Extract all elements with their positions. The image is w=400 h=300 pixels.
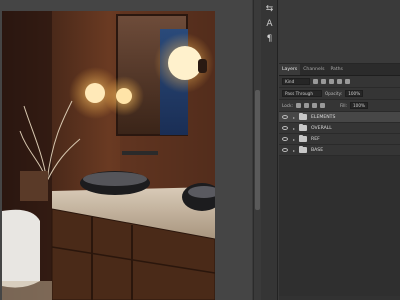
layer-row[interactable]: ▸ REF: [279, 134, 400, 145]
visibility-eye-icon[interactable]: [282, 137, 288, 141]
folder-icon: [299, 113, 307, 120]
lock-fill-row: Lock: Fill: 100%: [279, 100, 400, 112]
layer-filter-row: Kind: [279, 76, 400, 88]
panel-icon-strip: ⇆ A ¶: [261, 0, 278, 300]
fill-input[interactable]: 100%: [349, 102, 368, 109]
blend-mode-select[interactable]: Pass Through: [282, 90, 322, 97]
layer-name: BASE: [311, 147, 324, 153]
adjustment-filter-icon[interactable]: [321, 79, 326, 84]
layers-list-empty-area: [279, 156, 400, 296]
pixel-filter-icon[interactable]: [313, 79, 318, 84]
lock-transparent-icon[interactable]: [295, 103, 301, 108]
tab-layers[interactable]: Layers: [279, 64, 301, 75]
lock-all-icon[interactable]: [319, 103, 325, 108]
lock-image-icon[interactable]: [303, 103, 309, 108]
bathroom-photo[interactable]: [2, 11, 215, 300]
visibility-eye-icon[interactable]: [282, 126, 288, 130]
tab-channels[interactable]: Channels: [300, 64, 327, 75]
fill-label: Fill:: [339, 103, 347, 108]
layer-name: ELEMENTS: [311, 114, 336, 120]
layer-row[interactable]: ▸ ELEMENTS: [279, 112, 400, 123]
blend-opacity-row: Pass Through Opacity: 100%: [279, 88, 400, 100]
filter-kind-select[interactable]: Kind: [282, 78, 310, 85]
lock-label: Lock:: [282, 103, 293, 108]
character-icon[interactable]: A: [261, 17, 278, 30]
folder-icon: [299, 124, 307, 131]
photoshop-window: ⇆ A ¶ Layers Channels Paths Kind Pass Th…: [0, 0, 400, 300]
upper-panel-empty: [279, 0, 400, 64]
visibility-eye-icon[interactable]: [282, 115, 288, 119]
canvas-vertical-scrollbar[interactable]: [253, 0, 260, 300]
layers-panel-tabs: Layers Channels Paths: [279, 64, 400, 76]
folder-icon: [299, 135, 307, 142]
folder-icon: [299, 146, 307, 153]
document-canvas-area[interactable]: [0, 0, 252, 300]
opacity-label: Opacity:: [325, 91, 343, 96]
layer-row[interactable]: ▸ OVERALL: [279, 123, 400, 134]
opacity-input[interactable]: 100%: [345, 90, 364, 97]
layer-row[interactable]: ▸ BASE: [279, 145, 400, 156]
type-filter-icon[interactable]: [329, 79, 334, 84]
layer-name: REF: [311, 136, 320, 142]
lock-position-icon[interactable]: [311, 103, 317, 108]
layers-panel-dock: Layers Channels Paths Kind Pass Through …: [279, 0, 400, 300]
tab-paths[interactable]: Paths: [327, 64, 346, 75]
paragraph-icon[interactable]: ¶: [261, 32, 278, 45]
smart-filter-icon[interactable]: [345, 79, 350, 84]
bathroom-illustration: [2, 11, 215, 300]
layer-name: OVERALL: [311, 125, 332, 131]
visibility-eye-icon[interactable]: [282, 148, 288, 152]
shape-filter-icon[interactable]: [337, 79, 342, 84]
scrollbar-thumb[interactable]: [255, 90, 260, 210]
properties-icon[interactable]: ⇆: [261, 2, 278, 15]
